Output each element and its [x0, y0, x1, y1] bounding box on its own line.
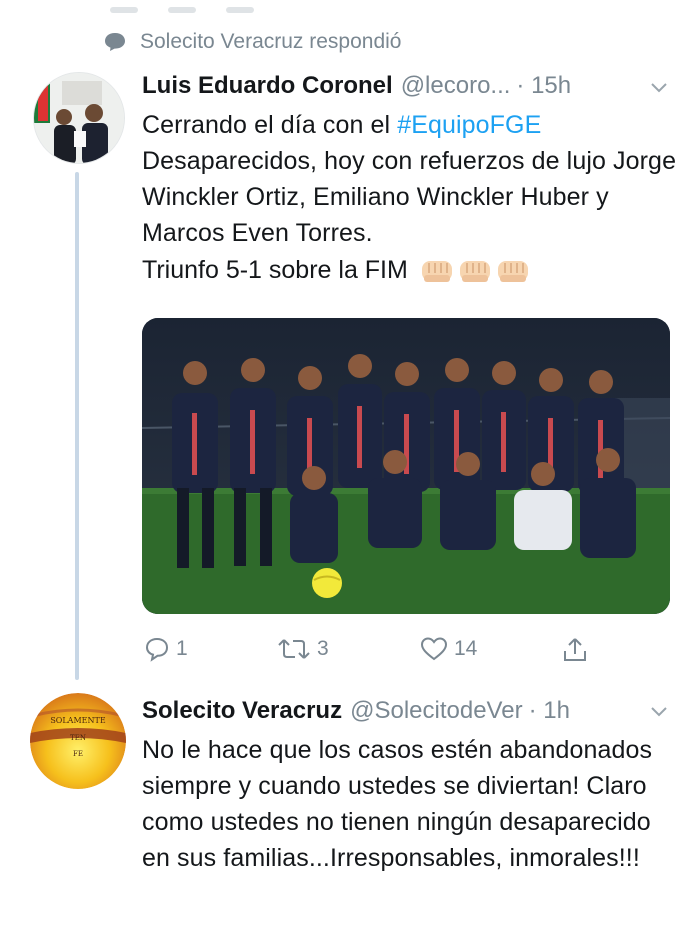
avatar[interactable]: SOLAMENTE TEN FE [30, 693, 126, 789]
display-name[interactable]: Solecito Veracruz [142, 697, 342, 725]
reply-context[interactable]: Solecito Veracruz respondió [104, 30, 402, 54]
hashtag-link[interactable]: #EquipoFGE [397, 111, 541, 139]
avatar-logo: SOLAMENTE TEN FE [30, 693, 126, 789]
share-button[interactable] [562, 636, 594, 664]
tweet-text-rest: Desaparecidos, hoy con refuerzos de lujo… [142, 147, 677, 247]
tweet-photo[interactable] [142, 318, 670, 614]
chevron-down-icon[interactable] [650, 82, 668, 94]
avatar-photo [34, 73, 124, 163]
reply-icon [145, 637, 169, 662]
reply-button[interactable]: 1 [144, 636, 188, 662]
tweet-text-start: Cerrando el día con el [142, 111, 398, 139]
share-icon [564, 638, 586, 661]
thread-line [75, 172, 79, 680]
heart-icon [420, 637, 448, 661]
tweet-text: Cerrando el día con el #EquipoFGE Desapa… [142, 107, 682, 251]
retweet-count: 3 [317, 637, 329, 660]
result-text: Triunfo 5-1 sobre la FIM [142, 256, 408, 284]
avatar[interactable] [33, 72, 125, 164]
emoji-group [420, 257, 534, 285]
team-photo [142, 318, 670, 614]
reply-count: 1 [176, 637, 188, 660]
like-count: 14 [454, 637, 478, 660]
fist-icon [497, 260, 528, 282]
retweet-button[interactable]: 3 [277, 636, 329, 662]
tweet-header: Luis Eduardo Coronel @lecoro... · 15h [142, 72, 571, 100]
tweet-text: No le hace que los casos estén abandonad… [142, 736, 653, 872]
speech-bubble-icon [105, 33, 125, 51]
avatar-text-line1: SOLAMENTE [50, 716, 105, 725]
display-name[interactable]: Luis Eduardo Coronel [142, 72, 393, 100]
previous-tweet-stub [110, 0, 310, 13]
user-handle[interactable]: @lecoro... [401, 72, 511, 100]
timestamp[interactable]: · 15h [516, 72, 571, 100]
tweet-text-line2: Triunfo 5-1 sobre la FIM [142, 256, 534, 285]
fist-icon [459, 260, 490, 282]
timestamp[interactable]: · 1h [529, 697, 570, 725]
tweet-actions: 1 3 14 [142, 636, 592, 668]
tweet-header: Solecito Veracruz @SolecitodeVer · 1h [142, 697, 570, 725]
reply-context-label: Solecito Veracruz respondió [140, 30, 402, 53]
avatar-text-line2: TEN [70, 734, 86, 742]
fist-icon [421, 260, 452, 282]
avatar-text-line3: FE [73, 750, 83, 758]
retweet-icon [278, 639, 310, 659]
like-button[interactable]: 14 [420, 636, 477, 662]
user-handle[interactable]: @SolecitodeVer [350, 697, 522, 725]
chevron-down-icon[interactable] [650, 706, 668, 718]
